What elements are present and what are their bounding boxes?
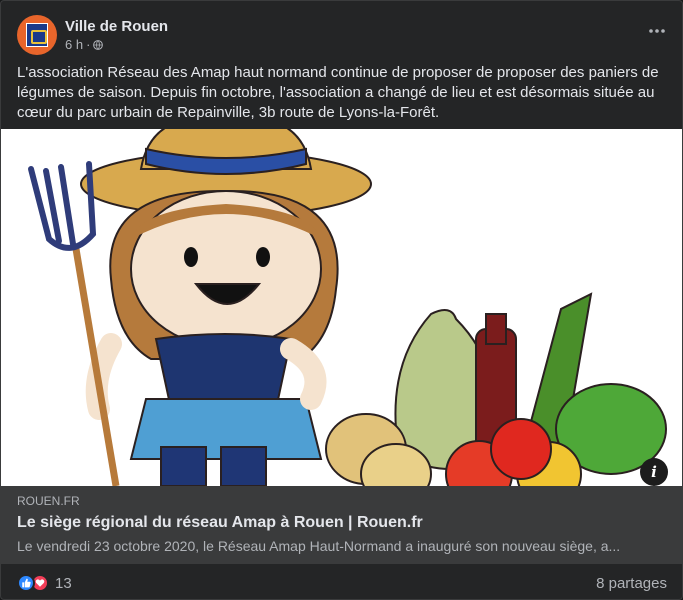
separator-dot: · [86, 37, 91, 52]
post-timestamp[interactable]: 6 h [65, 37, 83, 52]
page-avatar[interactable] [17, 15, 57, 55]
link-title[interactable]: Le siège régional du réseau Amap à Rouen… [17, 514, 668, 532]
post-image[interactable]: i [1, 129, 682, 486]
like-reaction-icon [17, 574, 35, 592]
post-text: L'association Réseau des Amap haut norma… [17, 64, 659, 121]
info-icon[interactable]: i [640, 458, 668, 486]
more-options-icon[interactable] [642, 19, 672, 43]
post-meta: Ville de Rouen 6 h · [65, 18, 168, 52]
link-domain: ROUEN.FR [17, 494, 80, 508]
link-preview[interactable]: ROUEN.FR Le siège régional du réseau Ama… [1, 486, 682, 564]
reactions-summary[interactable]: 13 [17, 574, 72, 592]
rouen-crest-icon [26, 23, 48, 47]
link-description: Le vendredi 23 octobre 2020, le Réseau A… [17, 538, 621, 554]
timestamp-row: 6 h · [65, 37, 168, 52]
reaction-count: 13 [55, 574, 72, 592]
globe-icon [93, 39, 104, 50]
post-header: Ville de Rouen 6 h · [17, 13, 667, 57]
farmer-illustration [28, 129, 667, 486]
post-footer: 13 8 partages [17, 569, 667, 597]
post-card: Ville de Rouen 6 h · L'association Résea… [0, 0, 683, 600]
page-name-link[interactable]: Ville de Rouen [65, 18, 168, 35]
shares-count-link[interactable]: 8 partages [596, 575, 667, 592]
